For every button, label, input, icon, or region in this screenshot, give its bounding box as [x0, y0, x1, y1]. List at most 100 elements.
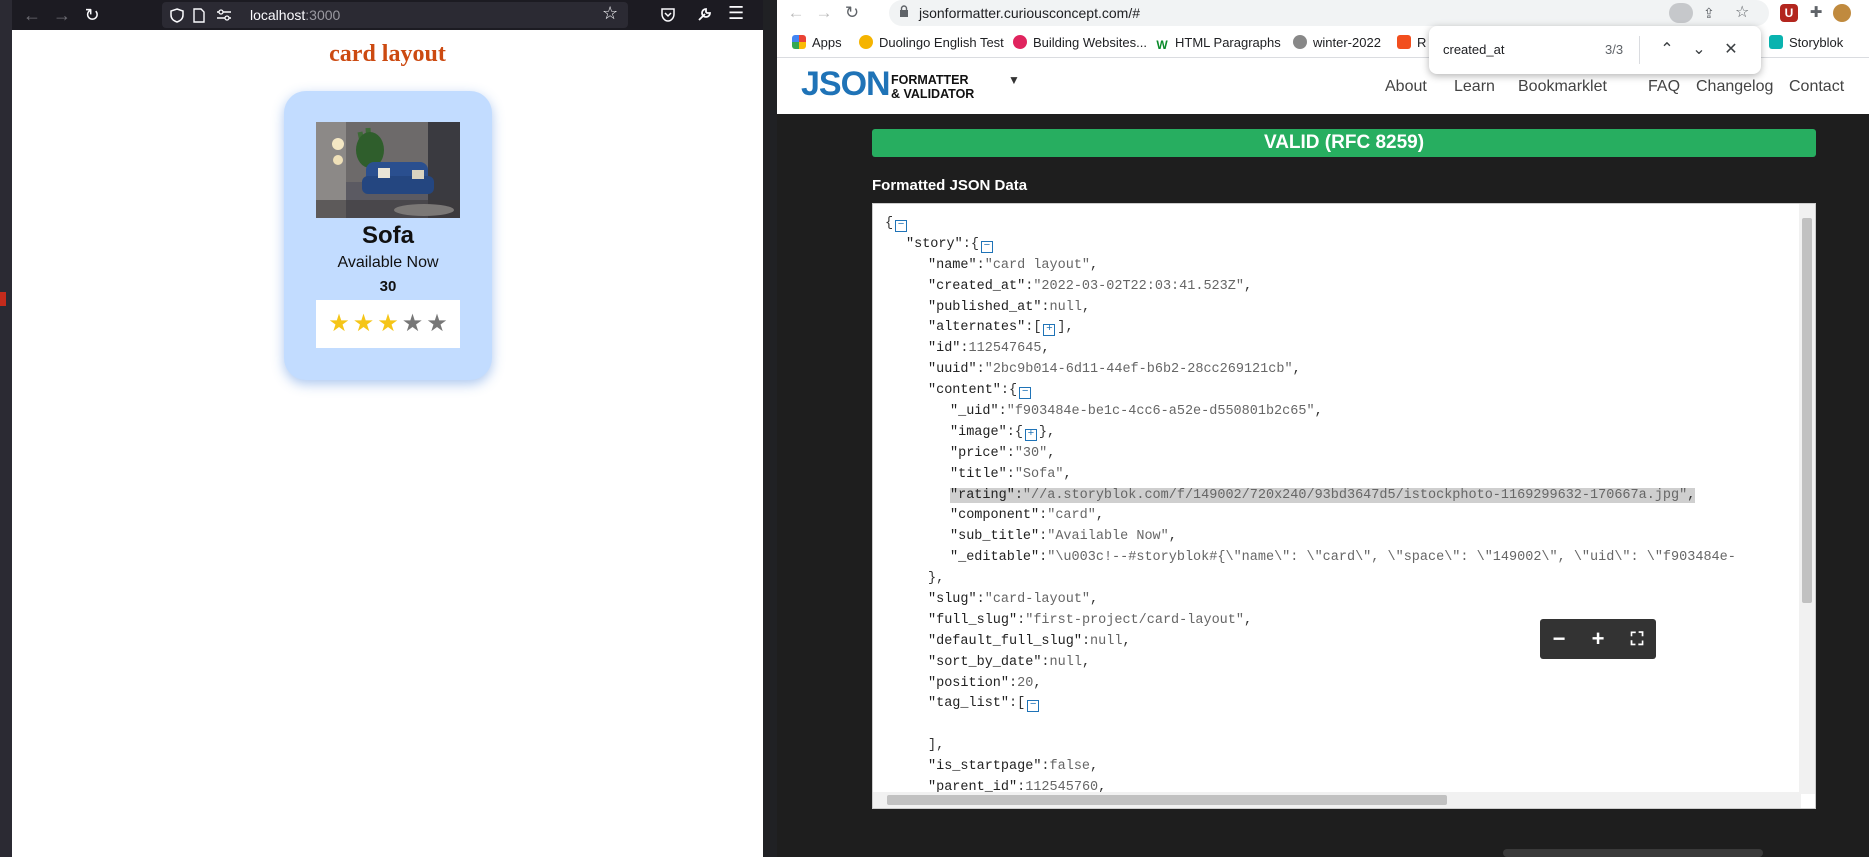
json-key: "content"	[928, 383, 1001, 399]
wrench-icon[interactable]	[696, 7, 712, 23]
expand-plus-icon[interactable]: +	[1579, 619, 1617, 659]
collapse-toggle-icon[interactable]: −	[1019, 387, 1032, 400]
vertical-scrollbar[interactable]	[1799, 204, 1815, 794]
json-punct: ,	[1047, 445, 1056, 461]
json-line: "published_at":null,	[873, 298, 1797, 319]
json-punct: :	[960, 341, 969, 357]
json-punct: ,	[1122, 633, 1131, 649]
collapse-toggle-icon[interactable]: −	[895, 220, 908, 232]
card-price: 30	[379, 278, 397, 295]
bookmark-star-icon[interactable]: ☆	[1735, 0, 1749, 26]
json-line: "title":"Sofa",	[873, 465, 1797, 486]
json-key: "image"	[950, 424, 1007, 440]
back-arrow-icon[interactable]: ←	[18, 3, 46, 27]
find-previous-icon[interactable]: ⌃	[1655, 38, 1679, 62]
window-edge	[0, 0, 12, 857]
extensions-puzzle-icon[interactable]: ✚	[1807, 4, 1825, 22]
shield-icon[interactable]	[170, 8, 184, 23]
collapse-toggle-icon[interactable]: −	[1027, 700, 1040, 713]
horizontal-scrollbar[interactable]	[873, 792, 1801, 808]
forward-arrow-icon[interactable]: →	[811, 0, 837, 26]
json-punct: ,	[1168, 529, 1177, 545]
page-heading: card layout	[329, 41, 446, 67]
json-punct: :	[1041, 654, 1050, 670]
close-icon[interactable]: ✕	[1719, 38, 1743, 62]
json-line: "tag_list":[−	[873, 694, 1797, 715]
json-line: "sort_by_date":null,	[873, 653, 1797, 674]
json-punct: ,	[1041, 341, 1050, 357]
json-value: 112547645	[968, 341, 1042, 357]
menu-icon[interactable]: ☰	[728, 3, 744, 24]
json-viewer[interactable]: {− "story":{− "name":"card layout", "create…	[872, 203, 1816, 809]
json-line: "price":"30",	[873, 444, 1797, 465]
url-text[interactable]: jsonformatter.curiousconcept.com/#	[919, 0, 1140, 26]
ublock-extension-icon[interactable]: U	[1780, 4, 1798, 22]
find-divider	[1639, 36, 1640, 64]
find-in-page-icon[interactable]	[1669, 3, 1693, 23]
bookmark-apps[interactable]: Apps	[792, 28, 842, 58]
collapse-minus-icon[interactable]: −	[1540, 619, 1578, 659]
json-line: "uuid":"2bc9b014-6d11-44ef-b6b2-28cc2691…	[873, 360, 1797, 381]
fullscreen-icon[interactable]: ⛶	[1618, 619, 1656, 659]
json-punct: ,	[1687, 487, 1696, 503]
url-text[interactable]: localhost:3000	[250, 2, 340, 28]
json-line: "alternates":[+],	[873, 318, 1797, 339]
permissions-icon[interactable]	[216, 9, 232, 21]
json-punct: :	[1006, 445, 1015, 461]
nav-about[interactable]: About	[1385, 59, 1427, 114]
json-punct: ,	[1081, 654, 1091, 670]
bookmark-building-websites[interactable]: Building Websites...	[1013, 28, 1147, 58]
back-arrow-icon[interactable]: ←	[783, 0, 809, 26]
json-punct: :	[998, 404, 1007, 420]
chrome-toolbar: ← → ↻ jsonformatter.curiousconcept.com/#…	[777, 0, 1869, 26]
json-key: "uuid"	[928, 362, 977, 378]
json-key: "slug"	[928, 592, 977, 608]
scroll-thumb[interactable]	[887, 795, 1447, 805]
json-line: "_uid":"f903484e-be1c-4cc6-a52e-d550801b…	[873, 402, 1797, 423]
scroll-thumb[interactable]	[1802, 218, 1812, 603]
profile-avatar[interactable]	[1833, 4, 1851, 22]
expand-toggle-icon[interactable]: +	[1043, 324, 1056, 337]
collapse-toggle-icon[interactable]: −	[980, 240, 993, 253]
pocket-icon[interactable]	[660, 7, 676, 23]
storyblok-icon	[1769, 35, 1783, 49]
find-next-icon[interactable]: ⌄	[1687, 38, 1711, 62]
logo-subtitle[interactable]: FORMATTER & VALIDATOR	[891, 73, 974, 101]
json-punct: {	[885, 216, 894, 231]
logo-dropdown-icon[interactable]: ▼	[1008, 73, 1020, 87]
reload-icon[interactable]: ↻	[839, 0, 865, 26]
reload-icon[interactable]: ↻	[78, 3, 106, 27]
json-line: "sub_title":"Available Now",	[873, 527, 1797, 548]
forward-arrow-icon[interactable]: →	[48, 3, 76, 27]
bookmark-duolingo[interactable]: Duolingo English Test	[859, 28, 1004, 58]
find-input[interactable]: created_at	[1443, 26, 1504, 74]
bookmark-winter-2022[interactable]: winter-2022	[1293, 28, 1381, 58]
nav-contact[interactable]: Contact	[1789, 59, 1844, 114]
find-count: 3/3	[1605, 42, 1624, 57]
json-key: "title"	[950, 466, 1007, 482]
product-card: Sofa Available Now 30 ★ ★ ★ ★ ★	[284, 91, 492, 380]
json-key: "sort_by_date"	[928, 654, 1042, 670]
json-value: false	[1049, 759, 1091, 775]
json-value: "2022-03-02T22:03:41.523Z"	[1033, 278, 1244, 294]
logo[interactable]: JSON	[801, 65, 891, 104]
lock-icon[interactable]	[899, 5, 909, 17]
duolingo-icon	[859, 35, 873, 49]
json-key: "tag_list"	[928, 696, 1010, 712]
json-punct: ,	[1243, 612, 1253, 628]
json-line: "id":112547645,	[873, 339, 1797, 360]
json-value: 20	[1017, 675, 1034, 691]
bookmark-html-paragraphs[interactable]: W HTML Paragraphs	[1155, 28, 1281, 58]
json-line: "component":"card",	[873, 506, 1797, 527]
json-line: "_editable":"\u003c!--#storyblok#{\"name…	[873, 548, 1797, 569]
json-value: "2bc9b014-6d11-44ef-b6b2-28cc269121cb"	[984, 362, 1293, 378]
url-bar[interactable]: localhost:3000 ☆	[162, 2, 628, 28]
bookmark-figma[interactable]: R	[1397, 28, 1426, 58]
omnibox[interactable]: jsonformatter.curiousconcept.com/# ⇪ ☆	[889, 0, 1769, 26]
bookmark-storyblok[interactable]: Storyblok	[1769, 28, 1843, 58]
gear-icon	[1293, 35, 1307, 49]
bookmark-star-icon[interactable]: ☆	[602, 3, 618, 24]
json-value: "first-project/card-layout"	[1025, 612, 1244, 628]
expand-toggle-icon[interactable]: +	[1024, 428, 1037, 441]
share-icon[interactable]: ⇪	[1703, 0, 1715, 26]
